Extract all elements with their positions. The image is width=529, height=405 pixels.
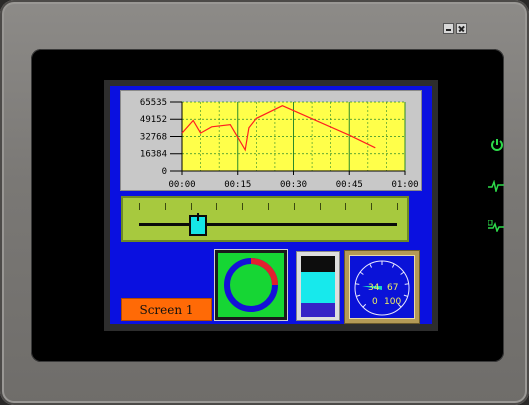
y-tick-label: 16384 (140, 150, 167, 160)
slider-tick (164, 203, 166, 210)
gauge-tick (391, 263, 395, 268)
slider-tick (139, 203, 140, 210)
x-tick-label: 01:00 (391, 180, 418, 190)
gauge-readout-left: 34 (368, 283, 380, 293)
data-icon (487, 219, 504, 234)
trend-chart: 65535 49152 32768 16384 0 00:00 00:15 00:30 00:… (120, 90, 422, 191)
gauge-tick (356, 294, 361, 297)
slider-track (139, 223, 397, 226)
y-tick-label: 49152 (140, 115, 167, 125)
gauge-dial: 34 67 0 100 (354, 260, 410, 316)
x-tick-label: 00:00 (168, 180, 195, 190)
y-tick-label: 0 (162, 167, 167, 177)
slider-tick (345, 203, 347, 210)
network-icon (488, 179, 504, 194)
slider-tick (319, 203, 321, 210)
slider-control[interactable] (121, 196, 409, 242)
gauge-meter: 34 67 0 100 (344, 250, 420, 324)
slider-tick (293, 203, 295, 210)
ring-indicator (214, 249, 288, 321)
slider-tick (371, 203, 373, 210)
slider-tick (397, 203, 398, 210)
gauge-tick (359, 271, 364, 275)
gauge-tick (362, 303, 367, 308)
minimize-icon[interactable] (443, 23, 454, 34)
gauge-min-label: 0 (372, 297, 378, 307)
slider-tick (190, 203, 192, 210)
gauge-tick (369, 263, 373, 268)
gauge-tick (404, 283, 409, 285)
slider-thumb[interactable] (189, 213, 208, 236)
slider-tick (216, 203, 218, 210)
power-icon (490, 138, 504, 152)
gauge-tick (355, 283, 360, 285)
y-tick-label: 32768 (140, 132, 167, 142)
x-tick-label: 00:45 (336, 180, 363, 190)
x-tick-label: 00:30 (280, 180, 307, 190)
hmi-display: 65535 49152 32768 16384 0 00:00 00:15 00:30 00:… (110, 86, 432, 324)
ring-graphic (224, 258, 278, 312)
gauge-tick (400, 271, 405, 275)
y-tick-label: 65535 (140, 98, 167, 108)
tank-base (301, 303, 335, 317)
gauge-max-label: 100 (384, 297, 401, 307)
slider-tick (268, 203, 269, 210)
level-tank (296, 251, 340, 321)
gauge-readout-right: 67 (387, 283, 398, 293)
close-icon[interactable] (456, 23, 467, 34)
slider-tick (242, 203, 244, 210)
gauge-tick (403, 294, 408, 297)
x-tick-label: 00:15 (224, 180, 251, 190)
window-controls (443, 23, 467, 34)
trend-chart-svg: 65535 49152 32768 16384 0 00:00 00:15 00:30 00:… (140, 98, 419, 190)
screen-1-button[interactable]: Screen 1 (121, 298, 212, 321)
